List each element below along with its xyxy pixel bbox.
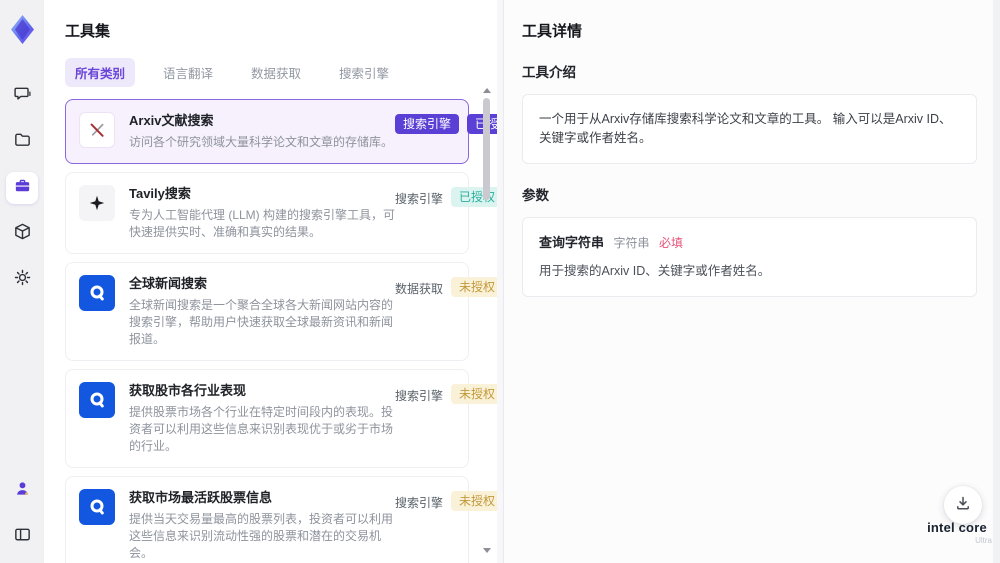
params-section-title: 参数 <box>522 188 549 203</box>
intel-core-logo: intel core Ultra <box>922 520 992 545</box>
tool-description: 提供当天交易量最高的股票列表，投资者可以利用这些信息来识别流动性强的股票和潜在的… <box>129 512 394 560</box>
tool-list: Arxiv文献搜索 访问各个研究领域大量科学论文和文章的存储库。 搜索引擎 已授… <box>65 99 497 563</box>
briefcase-icon <box>13 176 32 200</box>
tool-card-sector-performance[interactable]: 获取股市各行业表现 提供股票市场各个行业在特定时间段内的表现。投资者可以利用这些… <box>65 369 497 468</box>
scroll-down-arrow-icon[interactable] <box>482 548 491 553</box>
tool-intro-text: 一个用于从Arxiv存储库搜索科学论文和文章的工具。 输入可以是Arxiv ID… <box>539 112 952 145</box>
tool-title: Tavily搜索 <box>129 186 191 201</box>
app-logo <box>9 14 36 50</box>
tool-title: 获取股市各行业表现 <box>129 383 247 398</box>
tab-data-acquisition[interactable]: 数据获取 <box>241 58 311 87</box>
category-label: 搜索引擎 <box>395 496 444 510</box>
category-label: 搜索引擎 <box>395 389 444 403</box>
tool-description: 访问各个研究领域大量科学论文和文章的存储库。 <box>129 135 394 149</box>
tab-search-engine[interactable]: 搜索引擎 <box>329 58 399 87</box>
parameter-header: 查询字符串 字符串 必填 <box>539 233 960 253</box>
tavily-star-icon <box>79 185 115 221</box>
arxiv-icon <box>79 112 115 148</box>
scroll-up-arrow-icon[interactable] <box>482 88 491 93</box>
cube-icon <box>13 222 32 246</box>
category-label: 搜索引擎 <box>395 192 444 206</box>
intro-section-title: 工具介绍 <box>522 65 576 80</box>
category-label: 数据获取 <box>395 282 444 296</box>
download-icon <box>955 495 971 516</box>
quark-search-icon <box>79 382 115 418</box>
tool-card-most-active-stocks[interactable]: 获取市场最活跃股票信息 提供当天交易量最高的股票列表，投资者可以利用这些信息来识… <box>65 476 497 563</box>
sidebar-item-models[interactable] <box>6 218 38 250</box>
sidebar-item-chat[interactable] <box>6 80 38 112</box>
parameter-name: 查询字符串 <box>539 235 605 250</box>
tool-card-arxiv[interactable]: Arxiv文献搜索 访问各个研究领域大量科学论文和文章的存储库。 搜索引擎 已授… <box>65 99 497 164</box>
intel-core-logo-sub: Ultra <box>975 536 992 545</box>
parameter-box: 查询字符串 字符串 必填 用于搜索的Arxiv ID、关键字或作者姓名。 <box>522 217 977 297</box>
window-scrollbar[interactable] <box>993 0 1000 563</box>
tool-title: 全球新闻搜索 <box>129 276 208 291</box>
chat-icon <box>13 84 32 108</box>
sidebar-item-toolbox[interactable] <box>6 172 38 204</box>
sidebar <box>0 0 44 563</box>
parameter-required-flag: 必填 <box>659 236 684 250</box>
sidebar-collapse[interactable] <box>6 521 38 553</box>
panel-toggle-icon <box>13 525 32 549</box>
parameter-type: 字符串 <box>613 236 650 250</box>
folder-icon <box>13 130 32 154</box>
sidebar-item-files[interactable] <box>6 126 38 158</box>
tool-detail-panel: 工具详情 工具介绍 一个用于从Arxiv存储库搜索科学论文和文章的工具。 输入可… <box>503 0 993 563</box>
category-badge: 搜索引擎 <box>395 114 460 134</box>
category-tabs: 所有类别 语言翻译 数据获取 搜索引擎 <box>65 58 469 87</box>
tool-title: 获取市场最活跃股票信息 <box>129 490 273 505</box>
tool-description: 提供股票市场各个行业在特定时间段内的表现。投资者可以利用这些信息来识别表现优于或… <box>129 405 394 453</box>
tab-all-categories[interactable]: 所有类别 <box>65 58 136 87</box>
tab-language-translation[interactable]: 语言翻译 <box>153 58 223 87</box>
page-title: 工具集 <box>65 23 111 40</box>
download-button[interactable] <box>944 486 982 524</box>
list-scrollbar[interactable] <box>482 88 491 553</box>
tool-title: Arxiv文献搜索 <box>129 113 214 128</box>
user-icon <box>13 479 32 503</box>
tool-list-panel: 工具集 所有类别 语言翻译 数据获取 搜索引擎 Arxiv文献搜索 访问各个研究… <box>44 0 497 563</box>
sidebar-item-settings[interactable] <box>6 264 38 296</box>
sidebar-item-account[interactable] <box>6 475 38 507</box>
gear-icon <box>13 268 32 292</box>
tool-description: 专为人工智能代理 (LLM) 构建的搜索引擎工具，可快速提供实时、准确和真实的结… <box>129 208 396 239</box>
quark-search-icon <box>79 489 115 525</box>
quark-search-icon <box>79 275 115 311</box>
scrollbar-thumb[interactable] <box>483 98 490 200</box>
tool-card-tavily[interactable]: Tavily搜索 专为人工智能代理 (LLM) 构建的搜索引擎工具，可快速提供实… <box>65 172 497 254</box>
parameter-description: 用于搜索的Arxiv ID、关键字或作者姓名。 <box>539 264 771 278</box>
tool-intro-box: 一个用于从Arxiv存储库搜索科学论文和文章的工具。 输入可以是Arxiv ID… <box>522 94 977 164</box>
detail-title: 工具详情 <box>522 23 583 40</box>
tool-description: 全球新闻搜索是一个聚合全球各大新闻网站内容的搜索引擎，帮助用户快速获取全球最新资… <box>129 298 394 346</box>
intel-core-logo-text: intel core <box>927 520 987 535</box>
tool-card-global-news[interactable]: 全球新闻搜索 全球新闻搜索是一个聚合全球各大新闻网站内容的搜索引擎，帮助用户快速… <box>65 262 497 361</box>
